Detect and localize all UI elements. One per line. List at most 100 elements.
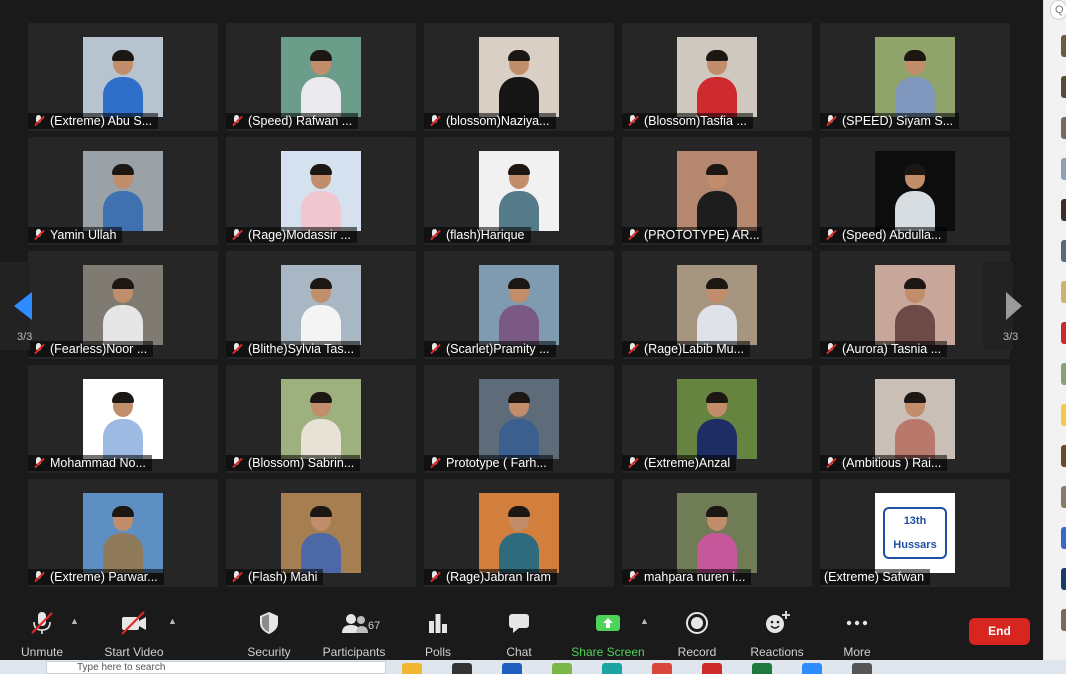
taskbar-app-icon[interactable]	[752, 663, 772, 674]
participant-name-bar: mahpara nuren i...	[622, 569, 752, 585]
participant-name: (Blossom)Tasfia ...	[644, 114, 747, 128]
taskbar-app-icon[interactable]	[802, 663, 822, 674]
share-screen-button[interactable]: Share Screen	[568, 608, 648, 659]
video-options-chevron-icon[interactable]: ▲	[168, 616, 177, 626]
participant-tile[interactable]: (Speed) Rafwan ...	[226, 23, 416, 131]
participant-name: (Blossom) Sabrin...	[248, 456, 355, 470]
participant-tile[interactable]: Mohammad No...	[28, 365, 218, 473]
participant-photo	[677, 37, 757, 117]
participant-tile[interactable]: (Extreme)Anzal	[622, 365, 812, 473]
participant-photo	[479, 379, 559, 459]
participant-tile[interactable]: (Flash) Mahi	[226, 479, 416, 587]
taskbar-app-icon[interactable]	[402, 663, 422, 674]
participant-tile[interactable]: (Aurora) Tasnia ...	[820, 251, 1010, 359]
participant-name: mahpara nuren i...	[644, 570, 746, 584]
participant-tile[interactable]: (Rage)Modassir ...	[226, 137, 416, 245]
participant-tile[interactable]: (Ambitious ) Rai...	[820, 365, 1010, 473]
sidebar-avatar[interactable]	[1061, 527, 1066, 549]
sidebar-avatar[interactable]	[1061, 445, 1066, 467]
participant-tile[interactable]: mahpara nuren i...	[622, 479, 812, 587]
sidebar-avatar[interactable]	[1061, 609, 1066, 631]
participant-photo	[677, 379, 757, 459]
audio-options-chevron-icon[interactable]: ▲	[70, 616, 79, 626]
microphone-muted-icon	[32, 229, 46, 241]
participant-name-bar: (Fearless)Noor ...	[28, 341, 154, 357]
taskbar-app-icon[interactable]	[452, 663, 472, 674]
participant-photo	[83, 151, 163, 231]
unmute-button[interactable]: Unmute	[14, 608, 70, 659]
reactions-button[interactable]: Reactions	[746, 608, 808, 659]
participant-name: (SPEED) Siyam S...	[842, 114, 954, 128]
participant-tile[interactable]: (Rage)Labib Mu...	[622, 251, 812, 359]
participant-name: (PROTOTYPE) AR...	[644, 228, 760, 242]
participant-tile[interactable]: 13th Hussars (Extreme) Safwan	[820, 479, 1010, 587]
taskbar-app-icon[interactable]	[702, 663, 722, 674]
security-button[interactable]: Security	[240, 608, 298, 659]
sidebar-avatar[interactable]	[1061, 117, 1066, 139]
taskbar-app-icon[interactable]	[552, 663, 572, 674]
sidebar-search-icon[interactable]: Q	[1050, 0, 1066, 20]
sidebar-avatar[interactable]	[1061, 76, 1066, 98]
participant-name: (Extreme) Parwar...	[50, 570, 158, 584]
page-indicator-right: 3/3	[1003, 331, 1019, 343]
participant-tile[interactable]: (flash)Harique	[424, 137, 614, 245]
taskbar-app-icon[interactable]	[502, 663, 522, 674]
participant-photo: 13th Hussars	[875, 493, 955, 573]
chat-button[interactable]: Chat	[496, 608, 542, 659]
microphone-muted-icon	[32, 457, 46, 469]
participant-tile[interactable]: (Blossom)Tasfia ...	[622, 23, 812, 131]
taskbar-app-icon[interactable]	[652, 663, 672, 674]
participant-tile[interactable]: (blossom)Naziya...	[424, 23, 614, 131]
taskbar-search-input[interactable]: Type here to search	[46, 661, 386, 674]
microphone-muted-icon	[428, 229, 442, 241]
participant-tile[interactable]: (Blithe)Sylvia Tas...	[226, 251, 416, 359]
sidebar-avatar[interactable]	[1061, 568, 1066, 590]
participant-name: (Speed) Abdulla...	[842, 228, 942, 242]
participant-tile[interactable]: (SPEED) Siyam S...	[820, 23, 1010, 131]
participant-name: (Scarlet)Pramity ...	[446, 342, 550, 356]
participant-photo	[83, 379, 163, 459]
sidebar-avatar[interactable]	[1061, 158, 1066, 180]
sidebar-avatar[interactable]	[1061, 240, 1066, 262]
participant-tile[interactable]: (Extreme) Abu S...	[28, 23, 218, 131]
sidebar-avatar[interactable]	[1061, 322, 1066, 344]
participant-name-bar: (flash)Harique	[424, 227, 531, 243]
participant-tile[interactable]: (Rage)Jabran Iram	[424, 479, 614, 587]
meeting-toolbar: Unmute ▲ Start Video ▲ Security 67 Parti…	[0, 600, 1043, 660]
participant-tile[interactable]: (Extreme) Parwar...	[28, 479, 218, 587]
more-button[interactable]: More	[834, 608, 880, 659]
participant-tile[interactable]: Yamin Ullah	[28, 137, 218, 245]
microphone-muted-icon	[31, 612, 53, 634]
participant-tile[interactable]: (PROTOTYPE) AR...	[622, 137, 812, 245]
sidebar-avatar[interactable]	[1061, 363, 1066, 385]
sidebar-avatar[interactable]	[1061, 404, 1066, 426]
microphone-muted-icon	[824, 343, 838, 355]
participant-tile[interactable]: (Blossom) Sabrin...	[226, 365, 416, 473]
sidebar-avatar[interactable]	[1061, 199, 1066, 221]
video-camera-off-icon	[121, 611, 146, 635]
participants-button[interactable]: 67 Participants	[318, 608, 390, 659]
participant-name: (Rage)Labib Mu...	[644, 342, 745, 356]
sidebar-avatar[interactable]	[1061, 281, 1066, 303]
participant-name: (Rage)Modassir ...	[248, 228, 351, 242]
participant-tile[interactable]: Prototype ( Farh...	[424, 365, 614, 473]
participant-name-bar: (Blossom) Sabrin...	[226, 455, 361, 471]
share-options-chevron-icon[interactable]: ▲	[640, 616, 649, 626]
record-button[interactable]: Record	[672, 608, 722, 659]
polls-button[interactable]: Polls	[414, 608, 462, 659]
sidebar-avatar[interactable]	[1061, 486, 1066, 508]
participant-tile[interactable]: (Scarlet)Pramity ...	[424, 251, 614, 359]
participant-name: (Extreme)Anzal	[644, 456, 731, 470]
start-video-button[interactable]: Start Video	[102, 608, 166, 659]
end-meeting-button[interactable]: End	[969, 618, 1030, 645]
participant-tile[interactable]: (Fearless)Noor ...	[28, 251, 218, 359]
taskbar-app-icon[interactable]	[602, 663, 622, 674]
participant-name-bar: (Flash) Mahi	[226, 569, 324, 585]
sidebar-avatar[interactable]	[1061, 35, 1066, 57]
shield-icon	[260, 612, 278, 634]
participant-name-bar: (PROTOTYPE) AR...	[622, 227, 762, 243]
taskbar-app-icon[interactable]	[852, 663, 872, 674]
share-screen-label: Share Screen	[571, 645, 645, 659]
participant-tile[interactable]: (Speed) Abdulla...	[820, 137, 1010, 245]
microphone-muted-icon	[32, 343, 46, 355]
